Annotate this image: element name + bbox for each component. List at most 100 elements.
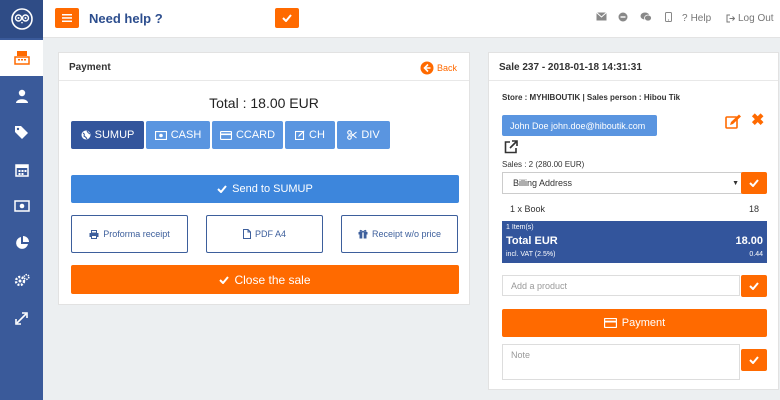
pdf-a4-button[interactable]: PDF A4 [206,215,323,253]
sidebar-item-products[interactable] [0,114,43,150]
line-item-price: 18 [748,204,759,214]
note-save-button[interactable] [741,349,767,371]
edit-customer-icon[interactable] [725,114,742,130]
sidebar-item-customers[interactable] [0,78,43,114]
items-count: 1 Item(s) [506,224,534,231]
pdf-label: PDF A4 [254,229,286,239]
receipt-label: Receipt w/o price [371,229,442,239]
billing-address-select[interactable]: Billing Address ▼ [502,172,742,194]
gift-icon [358,229,368,239]
select-caret-icon: ▼ [732,180,739,187]
billing-address-value: Billing Address [513,178,573,188]
check-icon [749,282,759,290]
owl-logo-icon [10,8,33,30]
add-product-input[interactable]: Add a product [502,275,740,296]
sale-total-box: 1 Item(s) Total EUR 18.00 incl. VAT (2.5… [502,221,767,263]
help-link[interactable]: ? Help [682,13,711,24]
payment-panel: Payment Back Total : 18.00 EUR SUMUP CAS… [58,52,470,305]
sign-out-icon [726,14,735,23]
receipt-without-price-button[interactable]: Receipt w/o price [341,215,458,253]
payment-label: Payment [621,317,666,329]
sidebar-item-cash[interactable] [0,188,43,224]
payment-panel-title: Payment [69,62,111,73]
app-logo[interactable] [0,0,43,38]
method-cash-label: CASH [170,129,202,141]
remove-customer-icon[interactable]: ✖ [751,113,764,129]
logout-link[interactable]: Log Out [726,13,774,24]
add-product-button[interactable] [741,275,767,297]
store-salesperson-line: Store : MYHIBOUTIK | Sales person : Hibo… [502,93,681,102]
hamburger-icon [62,14,72,22]
sidebar [0,0,43,400]
sale-panel-header: Sale 237 - 2018-01-18 14:31:31 [489,53,778,81]
payment-panel-header: Payment Back [59,53,469,81]
edit-icon [295,130,305,140]
close-sale-button[interactable]: Close the sale [71,265,459,294]
total-amount: Total : 18.00 EUR [209,95,319,111]
billing-confirm-button[interactable] [741,172,767,194]
method-ccard-button[interactable]: CCARD [212,121,283,149]
cogs-icon [14,273,30,287]
tags-icon [14,126,28,139]
print-icon [89,229,99,239]
pie-chart-icon [15,236,29,249]
globe-icon [81,130,91,140]
method-sumup-label: SUMUP [94,129,135,141]
customer-sales-summary: Sales : 2 (280.00 EUR) [502,160,585,169]
money-icon [154,130,167,140]
sidebar-item-fullscreen[interactable] [0,300,43,336]
logout-link-label: Log Out [738,13,774,24]
help-title[interactable]: Need help ? [89,11,163,26]
sidebar-item-settings[interactable] [0,262,43,298]
file-icon [242,229,251,239]
send-to-sumup-button[interactable]: Send to SUMUP [71,175,459,203]
method-div-label: DIV [361,129,380,141]
check-icon [217,185,227,193]
back-button[interactable]: Back [420,61,457,75]
total-value: 18.00 [735,235,763,247]
send-label: Send to SUMUP [232,183,313,195]
user-icon [15,89,28,103]
sidebar-item-calendar[interactable] [0,152,43,188]
proforma-label: Proforma receipt [103,229,170,239]
note-textarea[interactable]: Note [502,344,740,380]
menu-toggle-button[interactable] [55,8,79,28]
check-icon [749,179,759,187]
vat-value: 0.44 [749,251,763,258]
help-link-label: Help [690,13,712,24]
money-icon [13,200,30,212]
total-label: Total EUR [506,235,558,247]
sidebar-item-statistics[interactable] [0,225,43,261]
sidebar-item-sales[interactable] [0,40,43,76]
method-div-button[interactable]: DIV [337,121,390,149]
mobile-icon[interactable] [665,12,672,22]
payment-button[interactable]: Payment [502,309,767,337]
method-ccard-label: CCARD [235,129,276,141]
credit-card-icon [603,318,617,328]
customer-button[interactable]: John Doe john.doe@hiboutik.com [502,115,657,136]
check-icon [282,14,292,22]
chat-icon[interactable] [640,12,652,22]
cash-register-icon [13,51,30,65]
circle-icon[interactable] [618,12,628,22]
calendar-icon [14,164,29,177]
sale-line-item[interactable]: 1 x Book 18 [502,204,767,218]
confirm-button[interactable] [275,8,299,28]
vat-label: incl. VAT (2.5%) [506,251,556,258]
sale-panel: Sale 237 - 2018-01-18 14:31:31 Store : M… [488,52,779,390]
method-ch-button[interactable]: CH [285,121,335,149]
method-cash-button[interactable]: CASH [146,121,210,149]
proforma-receipt-button[interactable]: Proforma receipt [71,215,188,253]
top-bar: Need help ? ? Help Log Out [43,0,780,38]
scissors-icon [347,130,358,140]
envelope-icon[interactable] [596,12,607,21]
close-sale-label: Close the sale [234,272,311,287]
line-item-name: 1 x Book [510,204,546,214]
credit-card-icon [219,130,232,140]
question-icon: ? [682,13,688,24]
method-ch-label: CH [309,129,325,141]
external-link-icon[interactable] [504,140,518,154]
method-sumup-button[interactable]: SUMUP [71,121,144,149]
back-label: Back [436,63,457,73]
expand-icon [15,311,28,325]
